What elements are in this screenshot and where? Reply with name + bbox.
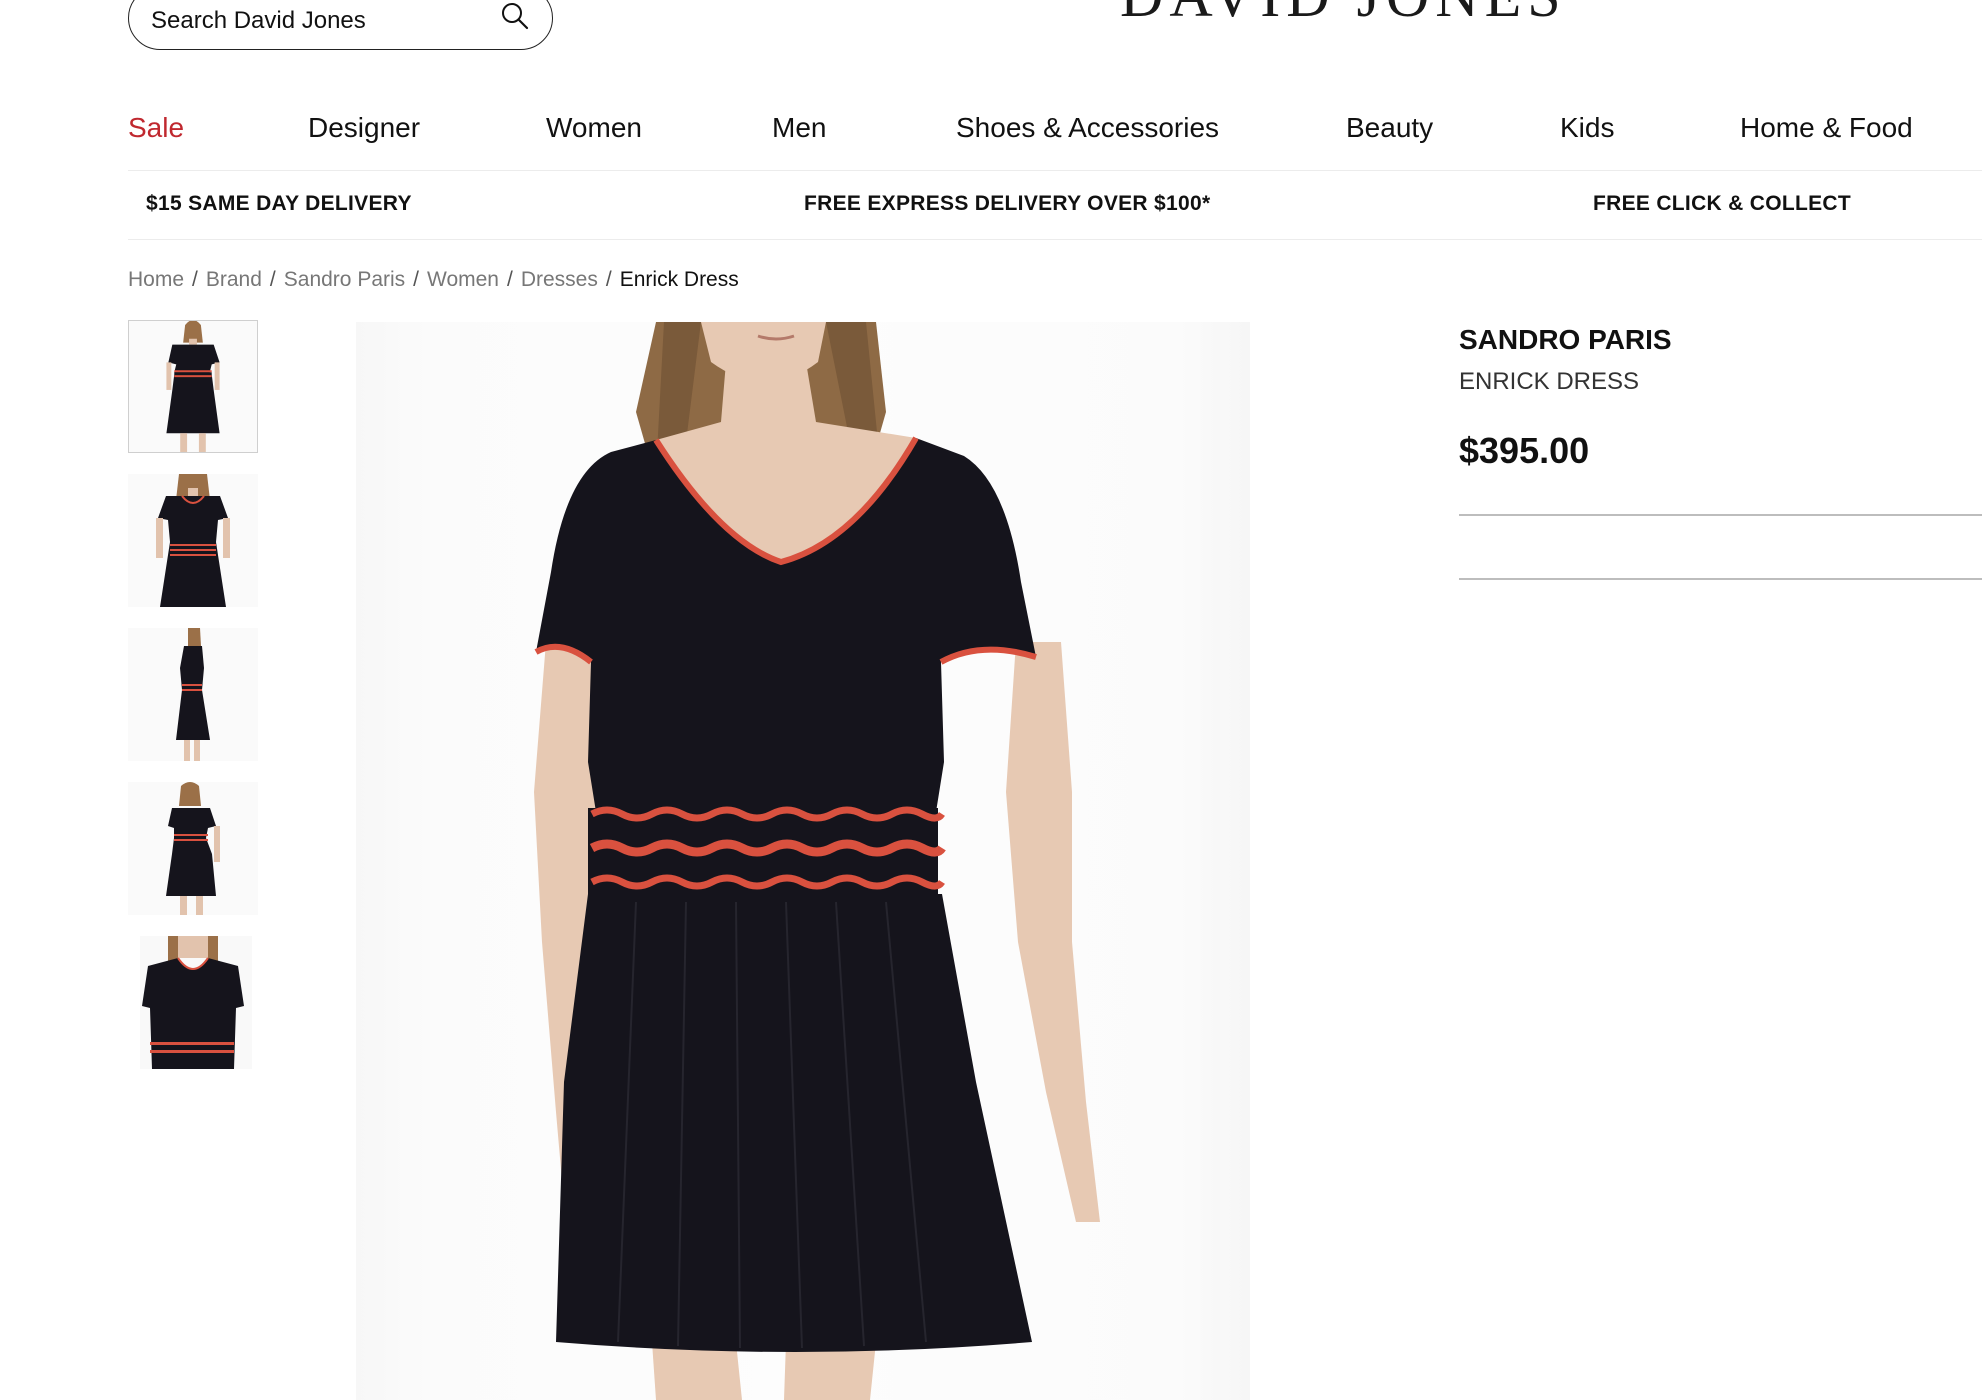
breadcrumb-separator: / — [269, 268, 276, 291]
nav-item-men[interactable]: Men — [772, 112, 826, 144]
breadcrumb-women[interactable]: Women — [427, 268, 499, 291]
search-icon[interactable] — [500, 1, 530, 31]
thumbnail-3-image — [128, 628, 258, 761]
breadcrumb-separator: / — [413, 268, 420, 291]
breadcrumb-dresses[interactable]: Dresses — [521, 268, 598, 291]
thumbnail-3[interactable] — [128, 628, 258, 761]
info-divider — [1459, 514, 1982, 516]
product-name: ENRICK DRESS — [1459, 368, 1640, 395]
breadcrumb-sandro-paris[interactable]: Sandro Paris — [284, 268, 405, 291]
thumbnail-5[interactable] — [128, 936, 258, 1069]
breadcrumb-home[interactable]: Home — [128, 268, 184, 291]
thumbnail-1-image — [129, 321, 257, 452]
promo-divider — [128, 239, 1982, 240]
dress-photo — [534, 322, 1100, 1400]
thumbnail-1[interactable] — [128, 320, 258, 453]
product-main-image[interactable] — [356, 322, 1250, 1400]
breadcrumb-separator: / — [192, 268, 198, 291]
nav-divider — [128, 170, 1982, 171]
search-box[interactable] — [128, 0, 553, 50]
breadcrumb: Home / Brand / Sandro Paris / Women / Dresses / En… — [128, 268, 739, 292]
thumbnail-4[interactable] — [128, 782, 258, 915]
info-divider — [1459, 578, 1982, 580]
nav-item-beauty[interactable]: Beauty — [1346, 112, 1433, 144]
product-brand[interactable]: SANDRO PARIS — [1459, 324, 1672, 356]
site-logo[interactable]: DAVID JONES — [1120, 0, 1567, 31]
nav-item-home-food[interactable]: Home & Food — [1740, 112, 1913, 144]
promo-same-day[interactable]: $15 SAME DAY DELIVERY — [146, 192, 412, 216]
promo-express[interactable]: FREE EXPRESS DELIVERY OVER $100* — [804, 192, 1210, 216]
thumbnail-5-image — [128, 936, 258, 1069]
thumbnail-2[interactable] — [128, 474, 258, 607]
nav-item-designer[interactable]: Designer — [308, 112, 420, 144]
breadcrumb-separator: / — [507, 268, 513, 291]
nav-item-shoes-accessories[interactable]: Shoes & Accessories — [956, 112, 1219, 144]
nav-item-kids[interactable]: Kids — [1560, 112, 1614, 144]
nav-item-women[interactable]: Women — [546, 112, 642, 144]
thumbnail-4-image — [128, 782, 258, 915]
breadcrumb-separator: / — [605, 268, 612, 291]
thumbnail-2-image — [128, 474, 258, 607]
nav-item-sale[interactable]: Sale — [128, 112, 184, 144]
main-nav: Sale Designer Women Men Shoes & Accessor… — [0, 112, 1982, 152]
search-input[interactable] — [151, 7, 500, 35]
product-price: $395.00 — [1459, 430, 1590, 471]
promo-click-collect[interactable]: FREE CLICK & COLLECT — [1593, 192, 1851, 216]
breadcrumb-current: Enrick Dress — [619, 268, 739, 291]
breadcrumb-brand[interactable]: Brand — [206, 268, 262, 291]
